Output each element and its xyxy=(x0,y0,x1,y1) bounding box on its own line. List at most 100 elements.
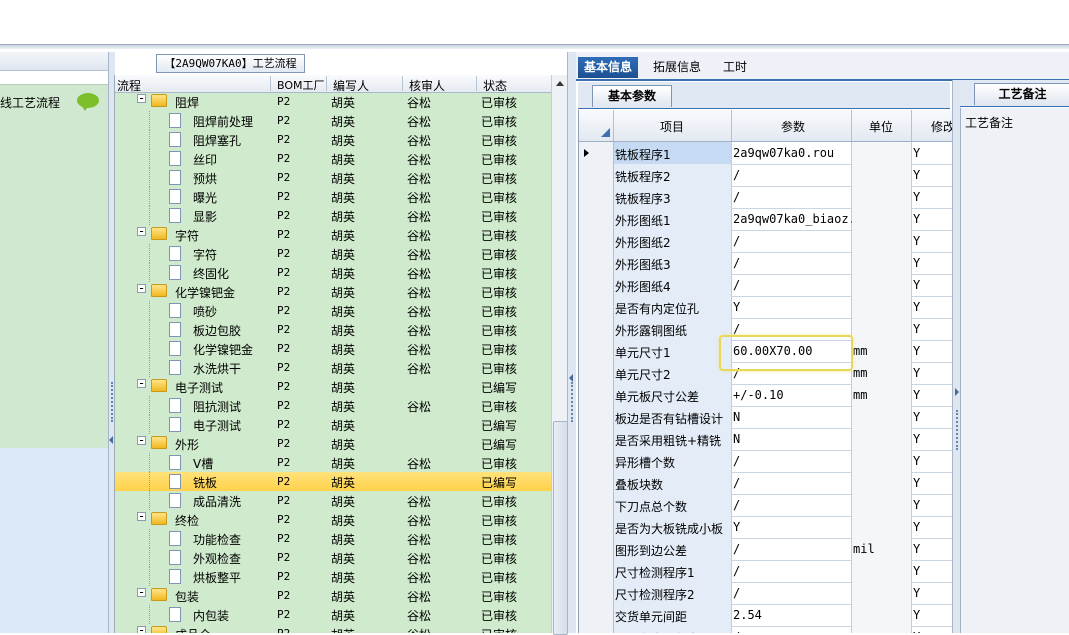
param-modify-cell[interactable]: Y xyxy=(912,142,953,164)
param-value-cell[interactable]: / xyxy=(732,626,852,633)
row-header[interactable] xyxy=(579,384,614,406)
tree-row[interactable]: V槽 P2 胡英 谷松 已审核 xyxy=(115,453,552,472)
param-value-cell[interactable]: / xyxy=(732,274,852,296)
params-row[interactable]: 外形图纸1 2a9qw07ka0_biaoz... Y xyxy=(579,208,953,231)
param-modify-cell[interactable]: Y xyxy=(912,362,953,384)
tree-row[interactable]: 丝印 P2 胡英 谷松 已审核 xyxy=(115,149,552,168)
param-item-cell[interactable]: 下刀点总个数 xyxy=(614,494,732,516)
select-all-corner-icon[interactable] xyxy=(601,128,610,137)
param-unit-cell[interactable] xyxy=(852,604,912,626)
collapse-node-icon[interactable]: - xyxy=(137,586,146,598)
param-modify-cell[interactable]: Y xyxy=(912,186,953,208)
params-row[interactable]: 外形图纸2 / Y xyxy=(579,230,953,253)
column-header-modify[interactable]: 修改 xyxy=(931,118,953,135)
param-unit-cell[interactable] xyxy=(852,626,912,633)
row-header[interactable] xyxy=(579,604,614,626)
param-unit-cell[interactable] xyxy=(852,318,912,340)
collapse-node-icon[interactable]: - xyxy=(137,377,146,389)
tree-row[interactable]: - 化学镍钯金 P2 胡英 谷松 已审核 xyxy=(115,282,552,301)
tree-row[interactable]: - 终检 P2 胡英 谷松 已审核 xyxy=(115,510,552,529)
param-value-cell[interactable]: Y xyxy=(732,516,852,538)
collapse-middle-icon[interactable] xyxy=(569,374,573,382)
param-modify-cell[interactable]: Y xyxy=(912,406,953,428)
param-modify-cell[interactable]: Y xyxy=(912,164,953,186)
param-unit-cell[interactable] xyxy=(852,494,912,516)
row-header[interactable] xyxy=(579,450,614,472)
param-value-cell[interactable]: N xyxy=(732,428,852,450)
row-header[interactable] xyxy=(579,560,614,582)
param-value-cell[interactable]: / xyxy=(732,560,852,582)
param-item-cell[interactable]: 图形到边公差 xyxy=(614,538,732,560)
param-value-cell[interactable]: / xyxy=(732,164,852,186)
tree-row[interactable]: 成品清洗 P2 胡英 谷松 已审核 xyxy=(115,491,552,510)
params-row[interactable]: 异形槽个数 / Y xyxy=(579,450,953,473)
param-value-cell[interactable]: 2a9qw07ka0_biaoz... xyxy=(732,208,870,230)
param-value-cell[interactable]: 2a9qw07ka0.rou xyxy=(732,142,852,164)
tree-row[interactable]: 外观检查 P2 胡英 谷松 已审核 xyxy=(115,548,552,567)
param-value-cell[interactable]: / xyxy=(732,252,852,274)
tree-row[interactable]: 板边包胶 P2 胡英 谷松 已审核 xyxy=(115,320,552,339)
tree-row[interactable]: 阻焊前处理 P2 胡英 谷松 已审核 xyxy=(115,111,552,130)
param-modify-cell[interactable]: Y xyxy=(912,384,953,406)
row-header[interactable] xyxy=(579,538,614,560)
tree-row[interactable]: 电子测试 P2 胡英 已编写 xyxy=(115,415,552,434)
row-header[interactable] xyxy=(579,252,614,274)
tab-extended-info[interactable]: 拓展信息 xyxy=(647,57,707,78)
row-header[interactable] xyxy=(579,406,614,428)
row-header[interactable] xyxy=(579,186,614,208)
param-modify-cell[interactable]: Y xyxy=(912,516,953,538)
params-row[interactable]: 板边是否有钻槽设计 N Y xyxy=(579,406,953,429)
param-item-cell[interactable]: 外形露铜图纸 xyxy=(614,318,732,340)
row-header[interactable] xyxy=(579,208,614,230)
params-row[interactable]: 单元板尺寸公差 +/-0.10 mm Y xyxy=(579,384,953,407)
row-header[interactable] xyxy=(579,296,614,318)
process-notes-panel[interactable]: 工艺备注 xyxy=(960,108,1069,633)
param-modify-cell[interactable]: Y xyxy=(912,428,953,450)
tree-row[interactable]: 烘板整平 P2 胡英 谷松 已审核 xyxy=(115,567,552,586)
params-row[interactable]: 外形图纸4 / Y xyxy=(579,274,953,297)
param-unit-cell[interactable] xyxy=(852,230,912,252)
tree-row[interactable]: 曝光 P2 胡英 谷松 已审核 xyxy=(115,187,552,206)
param-unit-cell[interactable] xyxy=(852,142,912,164)
param-item-cell[interactable]: 外形图纸3 xyxy=(614,252,732,274)
collapse-node-icon[interactable]: - xyxy=(137,510,146,522)
collapse-right-icon[interactable] xyxy=(955,388,959,396)
param-item-cell[interactable]: 单元尺寸2 xyxy=(614,362,732,384)
param-modify-cell[interactable]: Y xyxy=(912,450,953,472)
param-unit-cell[interactable]: mil xyxy=(852,538,912,560)
param-unit-cell[interactable] xyxy=(852,186,912,208)
params-row[interactable]: 铣板程序1 2a9qw07ka0.rou Y xyxy=(579,142,953,165)
param-modify-cell[interactable]: Y xyxy=(912,230,953,252)
param-modify-cell[interactable]: Y xyxy=(912,494,953,516)
param-value-cell[interactable]: / xyxy=(732,230,852,252)
tab-process-notes[interactable]: 工艺备注 xyxy=(974,83,1069,105)
param-value-cell[interactable]: 2.54 xyxy=(732,604,852,626)
column-header-bom[interactable]: BOM工厂 xyxy=(277,77,325,93)
tree-row[interactable]: 显影 P2 胡英 谷松 已审核 xyxy=(115,206,552,225)
scrollbar-thumb[interactable] xyxy=(553,421,568,635)
tree-row[interactable]: 字符 P2 胡英 谷松 已审核 xyxy=(115,244,552,263)
param-item-cell[interactable]: 板边是否有钻槽设计 xyxy=(614,406,732,428)
param-unit-cell[interactable] xyxy=(852,472,912,494)
column-header-value[interactable]: 参数 xyxy=(781,118,805,135)
param-value-cell[interactable]: N xyxy=(732,406,852,428)
params-row[interactable]: 图形到边公差 / mil Y xyxy=(579,538,953,561)
collapse-node-icon[interactable]: - xyxy=(137,282,146,294)
param-item-cell[interactable]: 外形图纸4 xyxy=(614,274,732,296)
middle-splitter[interactable] xyxy=(567,52,576,633)
tree-row[interactable]: 铣板 P2 胡英 已编写 xyxy=(115,472,552,491)
param-unit-cell[interactable]: mm xyxy=(852,340,912,362)
params-row[interactable]: 铣板程序2 / Y xyxy=(579,164,953,187)
param-item-cell[interactable]: 单元板尺寸公差 xyxy=(614,384,732,406)
tree-row[interactable]: - 电子测试 P2 胡英 已编写 xyxy=(115,377,552,396)
param-item-cell[interactable]: 铣板程序3 xyxy=(614,186,732,208)
param-modify-cell[interactable]: Y xyxy=(912,472,953,494)
param-item-cell[interactable]: 是否采用粗铣+精铣 xyxy=(614,428,732,450)
param-unit-cell[interactable] xyxy=(852,406,912,428)
collapse-left-icon[interactable] xyxy=(109,436,113,444)
param-item-cell[interactable]: 尺寸检测程序1 xyxy=(614,560,732,582)
param-item-cell[interactable]: 外形图纸1 xyxy=(614,208,732,230)
param-item-cell[interactable]: 尺寸检测程序2 xyxy=(614,582,732,604)
param-item-cell[interactable]: 是否为大板铣成小板 xyxy=(614,516,732,538)
param-item-cell[interactable]: 单元尺寸1 xyxy=(614,340,732,362)
